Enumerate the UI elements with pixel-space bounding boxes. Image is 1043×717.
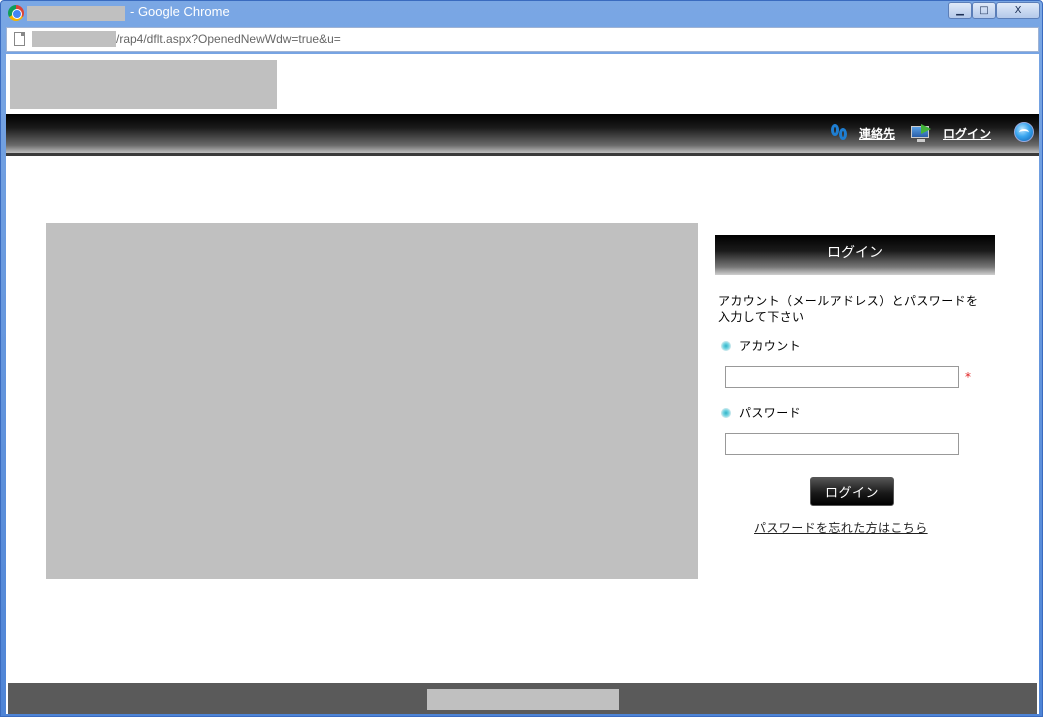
redacted-title [27, 6, 125, 21]
login-instructions: アカウント（メールアドレス）とパスワードを入力して下さい [718, 294, 979, 324]
url-text[interactable]: /rap4/dflt.aspx?OpenedNewWdw=true&u= [116, 32, 341, 46]
window-title: - Google Chrome [130, 4, 230, 19]
monitor-login-icon [911, 124, 933, 142]
close-button[interactable]: X [996, 2, 1040, 19]
contact-icon [831, 124, 849, 142]
forgot-password-link[interactable]: パスワードを忘れた方はこちら [754, 519, 928, 536]
required-mark: * [965, 370, 971, 384]
bullet-icon [721, 340, 731, 351]
login-submit-button[interactable]: ログイン [810, 477, 894, 506]
minimize-button[interactable]: ▁ [948, 2, 972, 19]
password-label-row: パスワード [721, 404, 995, 421]
chrome-logo-icon [8, 5, 24, 21]
login-panel: ログイン アカウント（メールアドレス）とパスワードを入力して下さい アカウント … [715, 235, 995, 535]
account-label: アカウント [739, 339, 802, 353]
redacted-banner-image [46, 223, 698, 579]
page-footer [8, 683, 1037, 714]
top-navbar: 連絡先 ログイン [6, 114, 1039, 156]
maximize-button[interactable]: □ [972, 2, 996, 19]
bullet-icon [721, 407, 731, 418]
nav-login[interactable]: ログイン [911, 124, 991, 142]
account-input[interactable] [725, 366, 959, 388]
nav-contact[interactable]: 連絡先 [831, 124, 895, 142]
account-input-row: * [715, 366, 995, 388]
page-viewport: 連絡先 ログイン ログイン アカウント（メールアドレス）とパスワードを入力して下… [6, 54, 1039, 714]
address-bar[interactable]: /rap4/dflt.aspx?OpenedNewWdw=true&u= [6, 27, 1039, 52]
redacted-logo [10, 60, 277, 109]
login-panel-header: ログイン [715, 235, 995, 275]
browser-window: - Google Chrome ▁ □ X /rap4/dflt.aspx?Op… [0, 0, 1043, 717]
title-bar: - Google Chrome ▁ □ X [1, 1, 1042, 25]
redacted-url-host [32, 31, 116, 47]
nav-login-link[interactable]: ログイン [943, 125, 991, 142]
password-label: パスワード [739, 406, 802, 420]
redacted-footer-text [427, 689, 619, 710]
page-icon [14, 32, 25, 46]
password-input[interactable] [725, 433, 959, 455]
password-input-row [715, 433, 995, 455]
nav-contact-link[interactable]: 連絡先 [859, 125, 895, 142]
account-label-row: アカウント [721, 337, 995, 354]
globe-icon[interactable] [1014, 122, 1034, 142]
